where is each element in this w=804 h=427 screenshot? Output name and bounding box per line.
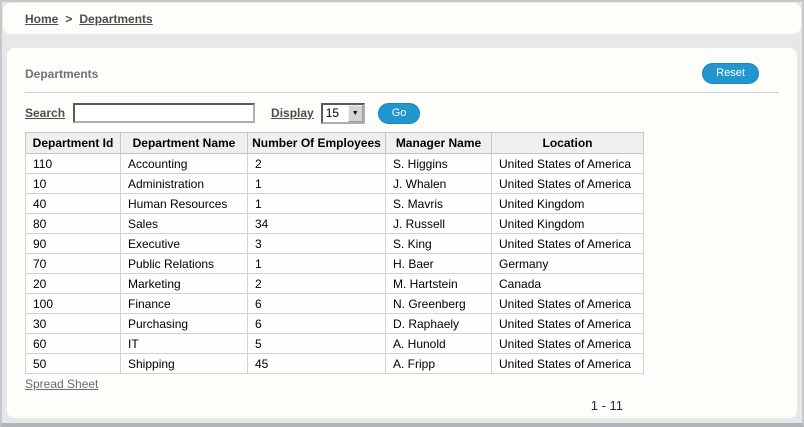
reset-button[interactable]: Reset xyxy=(702,63,759,84)
table-header-row: Department IdDepartment NameNumber Of Em… xyxy=(26,133,644,154)
table-cell: United States of America xyxy=(492,174,644,194)
go-button[interactable]: Go xyxy=(378,103,421,124)
table-cell: 50 xyxy=(26,354,121,374)
column-header: Location xyxy=(492,133,644,154)
dropdown-arrow-icon[interactable]: ▼ xyxy=(348,105,363,122)
table-cell: Shipping xyxy=(121,354,248,374)
table-cell: 40 xyxy=(26,194,121,214)
table-cell: 6 xyxy=(248,294,386,314)
region-header: Departments Reset xyxy=(25,48,779,84)
table-cell: 5 xyxy=(248,334,386,354)
column-header: Manager Name xyxy=(386,133,492,154)
search-input[interactable] xyxy=(73,103,255,123)
table-cell: 60 xyxy=(26,334,121,354)
breadcrumb-separator: > xyxy=(65,12,72,26)
departments-region: Departments Reset Search Display 15 ▼ Go… xyxy=(6,47,798,419)
table-cell: Human Resources xyxy=(121,194,248,214)
table-cell: A. Fripp xyxy=(386,354,492,374)
table-cell: United States of America xyxy=(492,354,644,374)
table-cell: United States of America xyxy=(492,294,644,314)
table-cell: S. Mavris xyxy=(386,194,492,214)
table-row: 60IT5A. HunoldUnited States of America xyxy=(26,334,644,354)
table-row: 10Administration1J. WhalenUnited States … xyxy=(26,174,644,194)
table-cell: United Kingdom xyxy=(492,214,644,234)
table-cell: Accounting xyxy=(121,154,248,174)
table-row: 50Shipping45A. FrippUnited States of Ame… xyxy=(26,354,644,374)
table-cell: 20 xyxy=(26,274,121,294)
breadcrumb: Home > Departments xyxy=(2,2,802,35)
table-cell: 80 xyxy=(26,214,121,234)
breadcrumb-link-home[interactable]: Home xyxy=(25,12,58,26)
spread-sheet-link[interactable]: Spread Sheet xyxy=(25,377,98,391)
column-header: Number Of Employees xyxy=(248,133,386,154)
page-title: Departments xyxy=(25,67,98,81)
breadcrumb-link-departments[interactable]: Departments xyxy=(79,12,152,26)
table-cell: S. King xyxy=(386,234,492,254)
table-cell: 45 xyxy=(248,354,386,374)
table-cell: Marketing xyxy=(121,274,248,294)
app-window: Home > Departments Departments Reset Sea… xyxy=(0,0,804,427)
table-cell: 110 xyxy=(26,154,121,174)
column-header: Department Id xyxy=(26,133,121,154)
column-header: Department Name xyxy=(121,133,248,154)
table-cell: 2 xyxy=(248,154,386,174)
table-row: 40Human Resources1S. MavrisUnited Kingdo… xyxy=(26,194,644,214)
table-cell: J. Russell xyxy=(386,214,492,234)
table-cell: 1 xyxy=(248,194,386,214)
display-select[interactable]: 15 ▼ xyxy=(321,103,365,124)
table-cell: S. Higgins xyxy=(386,154,492,174)
departments-table: Department IdDepartment NameNumber Of Em… xyxy=(25,132,644,374)
table-cell: United States of America xyxy=(492,314,644,334)
table-cell: 34 xyxy=(248,214,386,234)
table-cell: 70 xyxy=(26,254,121,274)
table-cell: 1 xyxy=(248,254,386,274)
table-cell: M. Hartstein xyxy=(386,274,492,294)
display-select-value: 15 xyxy=(323,105,348,122)
pagination: 1 - 11 xyxy=(25,398,643,413)
table-row: 70Public Relations1H. BaerGermany xyxy=(26,254,644,274)
table-cell: United Kingdom xyxy=(492,194,644,214)
table-cell: United States of America xyxy=(492,234,644,254)
table-cell: Canada xyxy=(492,274,644,294)
table-cell: Public Relations xyxy=(121,254,248,274)
table-cell: 2 xyxy=(248,274,386,294)
table-cell: United States of America xyxy=(492,154,644,174)
table-cell: United States of America xyxy=(492,334,644,354)
table-row: 100Finance6N. GreenbergUnited States of … xyxy=(26,294,644,314)
table-cell: Germany xyxy=(492,254,644,274)
table-row: 30Purchasing6D. RaphaelyUnited States of… xyxy=(26,314,644,334)
table-cell: 3 xyxy=(248,234,386,254)
table-row: 90Executive3S. KingUnited States of Amer… xyxy=(26,234,644,254)
table-cell: Sales xyxy=(121,214,248,234)
table-cell: A. Hunold xyxy=(386,334,492,354)
table-row: 80Sales34J. RussellUnited Kingdom xyxy=(26,214,644,234)
search-label-link[interactable]: Search xyxy=(25,106,65,120)
header-divider xyxy=(25,92,779,93)
table-row: 110Accounting2S. HigginsUnited States of… xyxy=(26,154,644,174)
search-toolbar: Search Display 15 ▼ Go xyxy=(25,101,779,125)
table-cell: IT xyxy=(121,334,248,354)
table-cell: 10 xyxy=(26,174,121,194)
table-cell: 6 xyxy=(248,314,386,334)
table-cell: Finance xyxy=(121,294,248,314)
display-label-link[interactable]: Display xyxy=(271,106,314,120)
table-cell: 100 xyxy=(26,294,121,314)
table-cell: 1 xyxy=(248,174,386,194)
table-cell: 30 xyxy=(26,314,121,334)
table-cell: 90 xyxy=(26,234,121,254)
table-cell: N. Greenberg xyxy=(386,294,492,314)
table-cell: J. Whalen xyxy=(386,174,492,194)
table-cell: Executive xyxy=(121,234,248,254)
table-cell: H. Baer xyxy=(386,254,492,274)
table-row: 20Marketing2M. HartsteinCanada xyxy=(26,274,644,294)
table-cell: Purchasing xyxy=(121,314,248,334)
table-cell: D. Raphaely xyxy=(386,314,492,334)
table-cell: Administration xyxy=(121,174,248,194)
